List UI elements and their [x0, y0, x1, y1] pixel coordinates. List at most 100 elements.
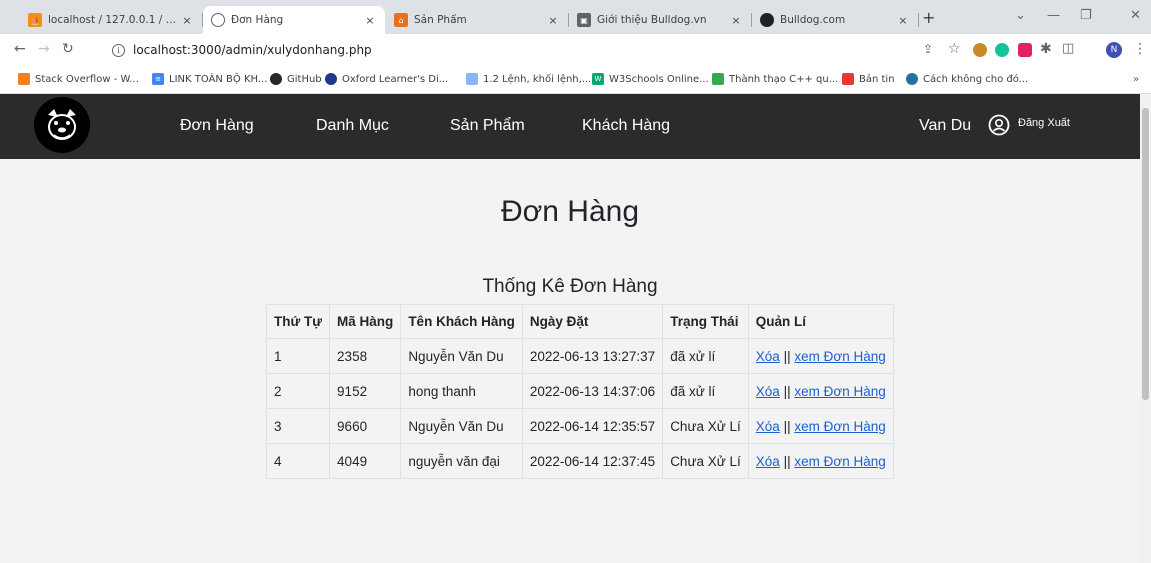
nav-danh-muc[interactable]: Danh Mục: [316, 117, 389, 135]
bookmark-item[interactable]: ≡ LINK TOÀN BỘ KH...: [152, 73, 267, 85]
tab-don-hang[interactable]: Đơn Hàng ×: [203, 6, 385, 34]
tab-bar: ⛵ localhost / 127.0.0.1 / bangia × Đơn H…: [0, 0, 1151, 34]
wordpress-icon: [906, 73, 918, 85]
bookmark-item[interactable]: GitHub: [270, 73, 322, 85]
bookmark-star-icon[interactable]: ☆: [948, 42, 961, 56]
order-code: 9660: [329, 408, 402, 444]
bulldog-logo[interactable]: [34, 97, 90, 153]
table-row: 1 2358 Nguyễn Văn Du 2022-06-13 13:27:37…: [265, 338, 894, 374]
new-tab-icon[interactable]: +: [922, 10, 935, 26]
table-row: 3 9660 Nguyễn Văn Du 2022-06-14 12:35:57…: [265, 408, 894, 444]
news-icon: [842, 73, 854, 85]
user-name: Van Du: [919, 117, 972, 134]
tab-bulldog[interactable]: Bulldog.com ×: [752, 6, 918, 34]
order-date: 2022-06-13 13:27:37: [521, 338, 664, 374]
column-header: Trạng Thái: [662, 304, 749, 339]
delete-link[interactable]: Xóa: [756, 349, 780, 364]
action-separator: ||: [783, 348, 791, 364]
order-actions: Xóa || xem Đơn Hàng: [747, 373, 894, 409]
bookmark-item[interactable]: Thành thạo C++ qu...: [712, 73, 838, 85]
close-icon[interactable]: ×: [729, 14, 743, 27]
bookmark-item[interactable]: Cách không cho đó...: [906, 73, 1028, 85]
view-order-link[interactable]: xem Đơn Hàng: [794, 454, 885, 469]
order-index: 4: [265, 443, 331, 479]
delete-link[interactable]: Xóa: [756, 384, 780, 399]
close-icon[interactable]: ×: [896, 14, 910, 27]
nav-khach-hang[interactable]: Khách Hàng: [582, 117, 670, 135]
globe-icon: [211, 13, 225, 27]
action-separator: ||: [783, 418, 791, 434]
tab-gioi-thieu[interactable]: ▣ Giới thiệu Bulldog.vn ×: [569, 6, 751, 34]
close-icon[interactable]: ×: [180, 14, 194, 27]
bookmark-item[interactable]: 1.2 Lệnh, khối lệnh,...: [466, 73, 591, 85]
profile-avatar[interactable]: N: [1106, 42, 1122, 58]
delete-link[interactable]: Xóa: [756, 454, 780, 469]
side-panel-icon[interactable]: ◫: [1062, 42, 1074, 56]
extension-video-icon[interactable]: [1018, 43, 1032, 57]
view-order-link[interactable]: xem Đơn Hàng: [794, 419, 885, 434]
restore-icon[interactable]: ❐: [1080, 8, 1092, 23]
user-circle-icon[interactable]: [988, 114, 1010, 136]
school-icon: [466, 73, 478, 85]
table-caption: Thống Kê Đơn Hàng: [482, 276, 658, 297]
extension-grammarly-icon[interactable]: [995, 43, 1009, 57]
column-header: Thứ Tự: [265, 304, 331, 339]
close-icon[interactable]: ×: [546, 14, 560, 27]
column-header: Quản Lí: [747, 304, 894, 339]
close-icon[interactable]: ×: [363, 14, 377, 27]
bookmark-item[interactable]: W W3Schools Online...: [592, 73, 709, 85]
view-order-link[interactable]: xem Đơn Hàng: [794, 349, 885, 364]
delete-link[interactable]: Xóa: [756, 419, 780, 434]
main-content: Đơn Hàng Thống Kê Đơn Hàng Thứ Tự Mã Hàn…: [0, 159, 1140, 563]
site-icon: ▣: [577, 13, 591, 27]
bookmark-item[interactable]: Bản tin: [842, 73, 895, 85]
customer-name: hong thanh: [400, 373, 523, 409]
order-index: 3: [265, 408, 331, 444]
store-icon: ⌂: [394, 13, 408, 27]
order-date: 2022-06-14 12:37:45: [521, 443, 664, 479]
nav-san-pham[interactable]: Sản Phẩm: [450, 117, 525, 135]
logout-link[interactable]: Đăng Xuất: [1018, 117, 1070, 129]
site-navbar: Đơn Hàng Danh Mục Sản Phẩm Khách Hàng Va…: [0, 94, 1140, 159]
order-actions: Xóa || xem Đơn Hàng: [747, 443, 894, 479]
action-separator: ||: [783, 453, 791, 469]
info-icon[interactable]: i: [112, 43, 125, 57]
close-window-icon[interactable]: ✕: [1130, 8, 1141, 23]
oxford-icon: [325, 73, 337, 85]
tab-search-icon[interactable]: ⌄: [1015, 8, 1026, 23]
address-bar[interactable]: i localhost:3000/admin/xulydonhang.php: [104, 38, 894, 62]
scrollbar-thumb[interactable]: [1142, 108, 1149, 400]
order-date: 2022-06-13 14:37:06: [521, 373, 664, 409]
tab-phpmyadmin[interactable]: ⛵ localhost / 127.0.0.1 / bangia ×: [20, 6, 202, 34]
customer-name: Nguyễn Văn Du: [400, 408, 523, 444]
customer-name: Nguyễn Văn Du: [400, 338, 523, 374]
view-order-link[interactable]: xem Đơn Hàng: [794, 384, 885, 399]
drive-icon: [712, 73, 724, 85]
bookmark-item[interactable]: Oxford Learner's Di...: [325, 73, 448, 85]
table-row: 4 4049 nguyễn văn đại 2022-06-14 12:37:4…: [265, 443, 894, 479]
reload-icon[interactable]: ↻: [62, 42, 74, 56]
minimize-icon[interactable]: —: [1047, 8, 1060, 23]
table-header-row: Thứ Tự Mã Hàng Tên Khách Hàng Ngày Đặt T…: [265, 304, 894, 339]
tab-san-pham[interactable]: ⌂ Sản Phẩm ×: [386, 6, 568, 34]
order-actions: Xóa || xem Đơn Hàng: [747, 408, 894, 444]
order-status: đã xử lí: [662, 338, 749, 374]
order-date: 2022-06-14 12:35:57: [521, 408, 664, 444]
bookmarks-overflow-icon[interactable]: »: [1133, 74, 1139, 85]
bookmark-item[interactable]: Stack Overflow - W...: [18, 73, 139, 85]
forward-icon[interactable]: →: [38, 42, 50, 56]
tab-divider: [918, 13, 919, 27]
order-status: Chưa Xử Lí: [662, 443, 749, 479]
table-row: 2 9152 hong thanh 2022-06-13 14:37:06 đã…: [265, 373, 894, 409]
share-icon[interactable]: ⇪: [923, 42, 933, 56]
page-title: Đơn Hàng: [500, 195, 640, 228]
orders-table: Thứ Tự Mã Hàng Tên Khách Hàng Ngày Đặt T…: [265, 304, 894, 479]
extension-cat-icon[interactable]: [973, 43, 987, 57]
order-status: đã xử lí: [662, 373, 749, 409]
order-actions: Xóa || xem Đơn Hàng: [747, 338, 894, 374]
menu-kebab-icon[interactable]: ⋮: [1133, 42, 1147, 56]
extensions-puzzle-icon[interactable]: ✱: [1040, 42, 1052, 56]
back-icon[interactable]: ←: [14, 42, 26, 56]
order-code: 2358: [329, 338, 402, 374]
nav-don-hang[interactable]: Đơn Hàng: [180, 117, 254, 135]
